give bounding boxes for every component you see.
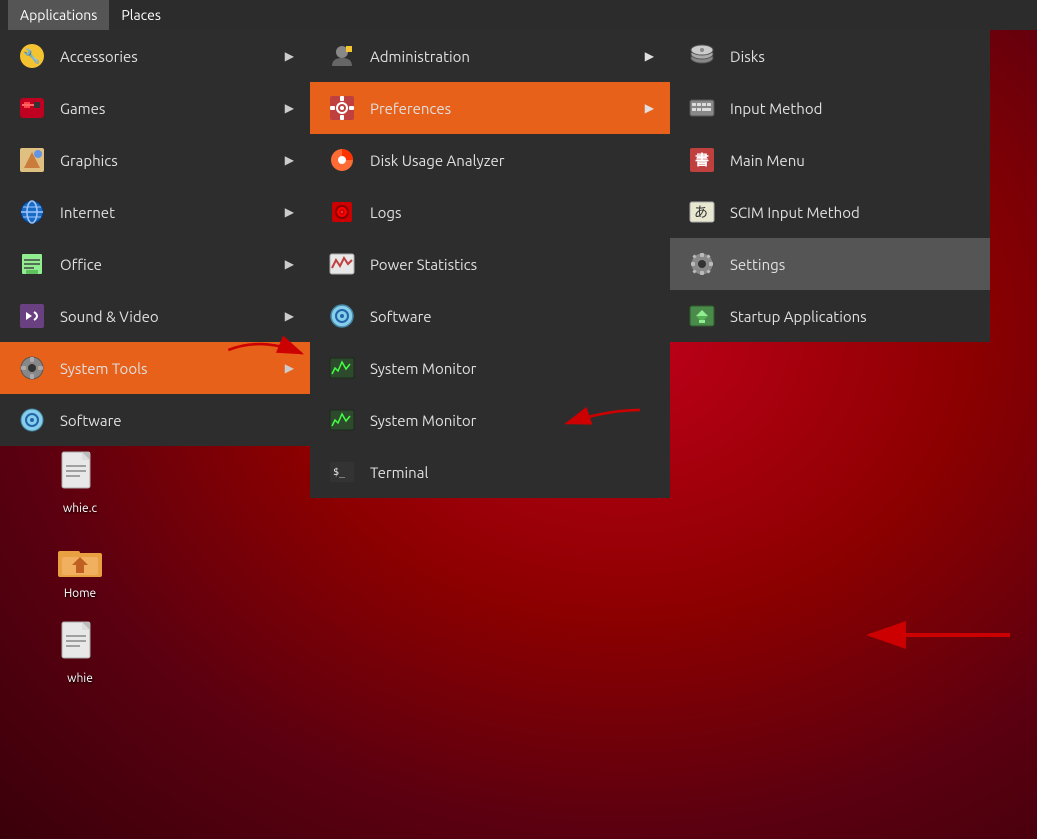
menubar: Applications Places <box>0 0 1037 30</box>
administration-arrow: ▶ <box>645 49 654 63</box>
graphics-icon <box>16 144 48 176</box>
sound-label: Sound & Video <box>60 308 159 325</box>
settings-label: Settings <box>730 256 785 273</box>
submenu-item-sysmon-2[interactable]: System Monitor <box>310 394 670 446</box>
scim-label: SCIM Input Method <box>730 204 860 221</box>
settings-icon <box>686 248 718 280</box>
submenu2-item-settings[interactable]: Settings <box>670 238 990 290</box>
whie-icon <box>56 620 104 668</box>
terminal-icon: $_ <box>326 456 358 488</box>
scim-icon: あ <box>686 196 718 228</box>
system-tools-label: System Tools <box>60 360 148 377</box>
submenu-system-tools: Administration ▶ Preferences ▶ <box>310 30 670 498</box>
software2-icon <box>326 300 358 332</box>
menu-item-graphics[interactable]: Graphics ▶ <box>0 134 310 186</box>
desktop-icons-area: whie.c Home whie <box>40 450 120 685</box>
submenu-item-terminal[interactable]: $_ Terminal <box>310 446 670 498</box>
internet-label: Internet <box>60 204 115 221</box>
submenu2-item-input-method[interactable]: Input Method <box>670 82 990 134</box>
graphics-label: Graphics <box>60 152 118 169</box>
submenu-preferences: Disks Input Method 書 Main Menu <box>670 30 990 342</box>
games-icon <box>16 92 48 124</box>
office-icon <box>16 248 48 280</box>
whie-label: whie <box>67 672 93 685</box>
whiec-icon <box>56 450 104 498</box>
submenu-item-logs[interactable]: Logs <box>310 186 670 238</box>
power-stats-icon <box>326 248 358 280</box>
menu-item-games[interactable]: Games ▶ <box>0 82 310 134</box>
internet-arrow: ▶ <box>285 205 294 219</box>
accessories-icon: 🔧 <box>16 40 48 72</box>
disks-icon <box>686 40 718 72</box>
menubar-places[interactable]: Places <box>109 0 173 30</box>
desktop-icon-home[interactable]: Home <box>40 535 120 600</box>
office-label: Office <box>60 256 102 273</box>
svg-text:🔧: 🔧 <box>23 47 40 65</box>
submenu2-item-scim[interactable]: あ SCIM Input Method <box>670 186 990 238</box>
preferences-arrow: ▶ <box>645 101 654 115</box>
logs-label: Logs <box>370 204 402 221</box>
administration-label: Administration <box>370 48 470 65</box>
svg-text:あ: あ <box>694 205 708 221</box>
preferences-icon <box>326 92 358 124</box>
system-tools-arrow: ▶ <box>285 361 294 375</box>
desktop-icon-whiec[interactable]: whie.c <box>40 450 120 515</box>
games-arrow: ▶ <box>285 101 294 115</box>
system-tools-icon <box>16 352 48 384</box>
desktop-icon-whie[interactable]: whie <box>40 620 120 685</box>
office-arrow: ▶ <box>285 257 294 271</box>
disk-usage-icon <box>326 144 358 176</box>
menu-item-internet[interactable]: Internet ▶ <box>0 186 310 238</box>
submenu-item-disk-usage[interactable]: Disk Usage Analyzer <box>310 134 670 186</box>
accessories-label: Accessories <box>60 48 138 65</box>
preferences-label: Preferences <box>370 100 451 117</box>
software-icon <box>16 404 48 436</box>
menu-item-software[interactable]: Software <box>0 394 310 446</box>
submenu-item-preferences[interactable]: Preferences ▶ <box>310 82 670 134</box>
startup-apps-label: Startup Applications <box>730 308 867 325</box>
submenu2-item-startup-apps[interactable]: Startup Applications <box>670 290 990 342</box>
menu-item-accessories[interactable]: 🔧 Accessories ▶ <box>0 30 310 82</box>
sysmon1-icon <box>326 352 358 384</box>
menu-item-system-tools[interactable]: System Tools ▶ <box>0 342 310 394</box>
terminal-label: Terminal <box>370 464 428 481</box>
svg-text:書: 書 <box>695 152 709 168</box>
games-label: Games <box>60 100 105 117</box>
whiec-label: whie.c <box>63 502 97 515</box>
menubar-applications[interactable]: Applications <box>8 0 109 30</box>
administration-icon <box>326 40 358 72</box>
sound-icon <box>16 300 48 332</box>
home-icon <box>56 535 104 583</box>
menu-item-office[interactable]: Office ▶ <box>0 238 310 290</box>
submenu-item-power-stats[interactable]: Power Statistics <box>310 238 670 290</box>
main-menu-icon: 書 <box>686 144 718 176</box>
svg-text:$_: $_ <box>333 467 346 478</box>
sound-arrow: ▶ <box>285 309 294 323</box>
disk-usage-label: Disk Usage Analyzer <box>370 152 504 169</box>
startup-apps-icon <box>686 300 718 332</box>
software-label: Software <box>60 412 122 429</box>
power-stats-label: Power Statistics <box>370 256 477 273</box>
sysmon1-label: System Monitor <box>370 360 476 377</box>
home-label: Home <box>64 587 96 600</box>
submenu-item-administration[interactable]: Administration ▶ <box>310 30 670 82</box>
logs-icon <box>326 196 358 228</box>
submenu2-item-main-menu[interactable]: 書 Main Menu <box>670 134 990 186</box>
input-method-icon <box>686 92 718 124</box>
sysmon2-icon <box>326 404 358 436</box>
disks-label: Disks <box>730 48 765 65</box>
graphics-arrow: ▶ <box>285 153 294 167</box>
menu-item-sound[interactable]: Sound & Video ▶ <box>0 290 310 342</box>
internet-icon <box>16 196 48 228</box>
input-method-label: Input Method <box>730 100 822 117</box>
sysmon2-label: System Monitor <box>370 412 476 429</box>
submenu-item-sysmon-1[interactable]: System Monitor <box>310 342 670 394</box>
main-menu-label: Main Menu <box>730 152 805 169</box>
submenu-item-software[interactable]: Software <box>310 290 670 342</box>
accessories-arrow: ▶ <box>285 49 294 63</box>
software2-label: Software <box>370 308 432 325</box>
app-menu: 🔧 Accessories ▶ Games ▶ Graphics ▶ <box>0 30 310 446</box>
submenu2-item-disks[interactable]: Disks <box>670 30 990 82</box>
